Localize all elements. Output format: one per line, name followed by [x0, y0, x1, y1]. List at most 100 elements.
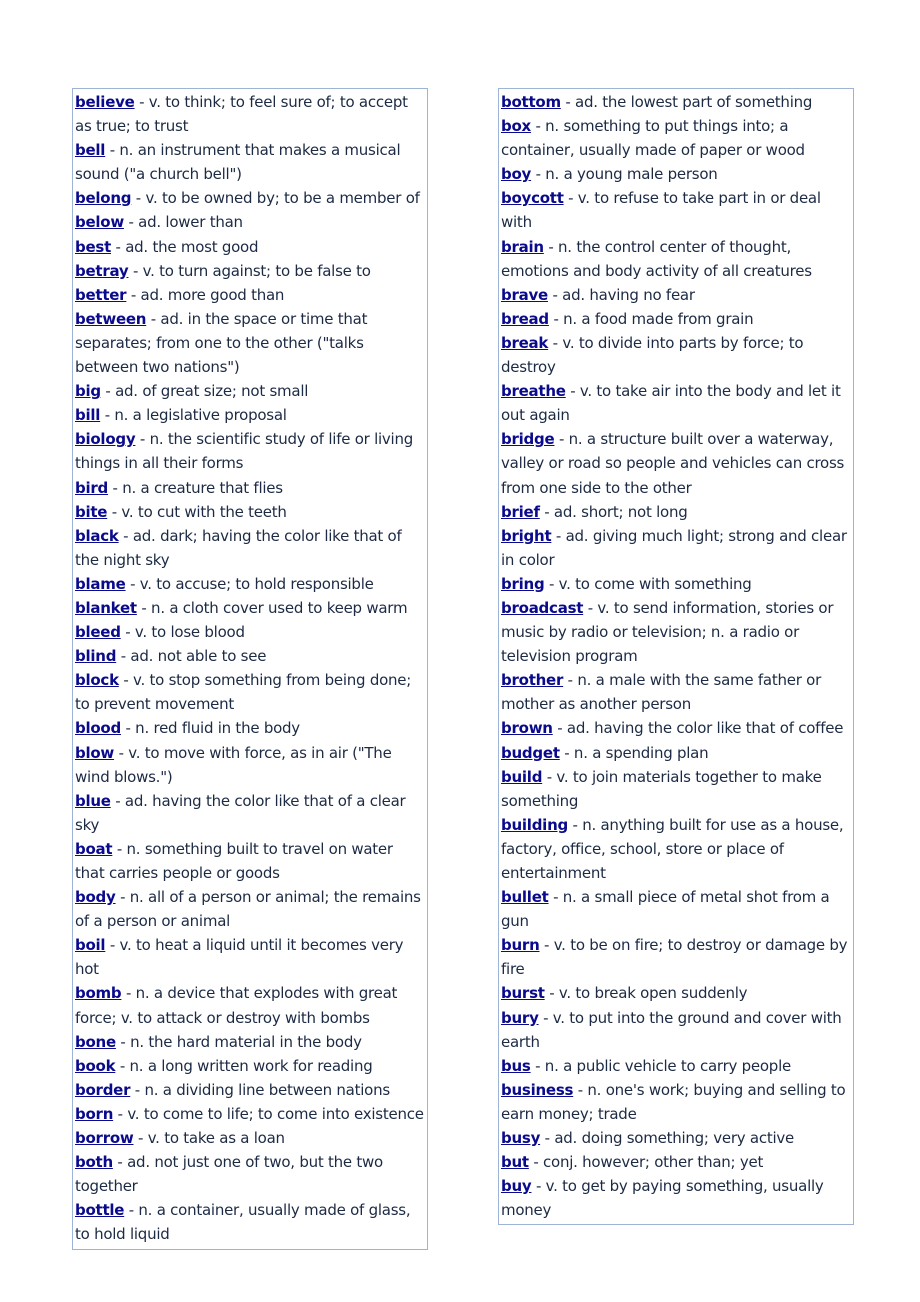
glossary-word-link[interactable]: borrow	[75, 1129, 134, 1147]
glossary-entry: blow - v. to move with force, as in air …	[75, 741, 425, 789]
glossary-entry: boil - v. to heat a liquid until it beco…	[75, 933, 425, 981]
glossary-definition: - v. to break open suddenly	[544, 984, 748, 1003]
glossary-word-link[interactable]: burn	[501, 936, 540, 954]
glossary-word-link[interactable]: brain	[501, 238, 544, 256]
glossary-word-link[interactable]: business	[501, 1081, 573, 1099]
glossary-word-link[interactable]: bite	[75, 503, 107, 521]
glossary-word-link[interactable]: broadcast	[501, 599, 583, 617]
glossary-entry: bus - n. a public vehicle to carry peopl…	[501, 1054, 851, 1078]
glossary-definition: - v. to accuse; to hold responsible	[125, 574, 374, 593]
glossary-word-link[interactable]: born	[75, 1105, 113, 1123]
glossary-definition: - n. a public vehicle to carry people	[530, 1056, 791, 1075]
glossary-word-link[interactable]: black	[75, 527, 119, 545]
glossary-word-link[interactable]: bring	[501, 575, 545, 593]
glossary-word-link[interactable]: brief	[501, 503, 540, 521]
glossary-definition: - n. the control center of thought, emot…	[501, 237, 812, 280]
glossary-word-link[interactable]: building	[501, 816, 568, 834]
glossary-entry: border - n. a dividing line between nati…	[75, 1078, 425, 1102]
glossary-word-link[interactable]: bury	[501, 1009, 539, 1027]
glossary-definition: - n. a spending plan	[559, 743, 709, 762]
glossary-word-link[interactable]: bottom	[501, 93, 561, 111]
glossary-word-link[interactable]: bleed	[75, 623, 121, 641]
glossary-definition: - v. to put into the ground and cover wi…	[501, 1008, 842, 1051]
glossary-word-link[interactable]: bill	[75, 406, 100, 424]
glossary-word-link[interactable]: blue	[75, 792, 111, 810]
glossary-definition: - n. a cloth cover used to keep warm	[136, 598, 408, 617]
glossary-word-link[interactable]: block	[75, 671, 119, 689]
glossary-word-link[interactable]: boy	[501, 165, 531, 183]
glossary-word-link[interactable]: belong	[75, 189, 132, 207]
glossary-word-link[interactable]: bird	[75, 479, 108, 497]
glossary-entry: bill - n. a legislative proposal	[75, 403, 425, 427]
glossary-entry: below - ad. lower than	[75, 210, 425, 234]
glossary-word-link[interactable]: brave	[501, 286, 548, 304]
glossary-column-right: bottom - ad. the lowest part of somethin…	[498, 88, 854, 1226]
glossary-word-link[interactable]: border	[75, 1081, 131, 1099]
glossary-word-link[interactable]: believe	[75, 93, 135, 111]
glossary-entry: born - v. to come to life; to come into …	[75, 1102, 425, 1126]
glossary-entry: but - conj. however; other than; yet	[501, 1150, 851, 1174]
glossary-word-link[interactable]: busy	[501, 1129, 540, 1147]
glossary-entry: bone - n. the hard material in the body	[75, 1030, 425, 1054]
glossary-entry: burst - v. to break open suddenly	[501, 981, 851, 1005]
glossary-definition: - ad. the lowest part of something	[560, 93, 813, 111]
glossary-definition: - v. to stop something from being done; …	[75, 671, 412, 714]
glossary-entry: bright - ad. giving much light; strong a…	[501, 524, 851, 572]
glossary-word-link[interactable]: better	[75, 286, 127, 304]
glossary-word-link[interactable]: bullet	[501, 888, 549, 906]
glossary-word-link[interactable]: blind	[75, 647, 116, 665]
glossary-word-link[interactable]: buy	[501, 1177, 532, 1195]
glossary-word-link[interactable]: box	[501, 117, 531, 135]
glossary-word-link[interactable]: between	[75, 310, 146, 328]
glossary-entry: body - n. all of a person or animal; the…	[75, 885, 425, 933]
glossary-word-link[interactable]: below	[75, 213, 124, 231]
glossary-word-link[interactable]: big	[75, 382, 101, 400]
glossary-word-link[interactable]: bomb	[75, 984, 122, 1002]
glossary-word-link[interactable]: bell	[75, 141, 105, 159]
glossary-entry: blood - n. red fluid in the body	[75, 716, 425, 740]
glossary-word-link[interactable]: bottle	[75, 1201, 124, 1219]
glossary-word-link[interactable]: body	[75, 888, 116, 906]
glossary-word-link[interactable]: brown	[501, 719, 553, 737]
glossary-word-link[interactable]: bridge	[501, 430, 555, 448]
glossary-definition: - ad. the most good	[111, 237, 259, 256]
glossary-word-link[interactable]: boat	[75, 840, 113, 858]
glossary-word-link[interactable]: burst	[501, 984, 545, 1002]
glossary-entry: brother - n. a male with the same father…	[501, 668, 851, 716]
glossary-definition: - v. to come with something	[544, 574, 752, 593]
glossary-word-link[interactable]: blow	[75, 744, 114, 762]
glossary-entry: brave - ad. having no fear	[501, 283, 851, 307]
glossary-word-link[interactable]: bread	[501, 310, 549, 328]
glossary-entry: bring - v. to come with something	[501, 572, 851, 596]
glossary-definition: - v. to be on fire; to destroy or damage…	[501, 936, 848, 979]
glossary-definition: - v. to heat a liquid until it becomes v…	[75, 936, 404, 979]
glossary-definition: - ad. short; not long	[539, 502, 688, 521]
glossary-word-link[interactable]: bright	[501, 527, 552, 545]
glossary-word-link[interactable]: bone	[75, 1033, 116, 1051]
glossary-word-link[interactable]: bus	[501, 1057, 531, 1075]
glossary-word-link[interactable]: boil	[75, 936, 106, 954]
glossary-word-link[interactable]: blanket	[75, 599, 137, 617]
glossary-word-link[interactable]: but	[501, 1153, 529, 1171]
glossary-entry: blind - ad. not able to see	[75, 644, 425, 668]
glossary-definition: - v. to turn against; to be false to	[128, 261, 371, 280]
glossary-entry: budget - n. a spending plan	[501, 741, 851, 765]
glossary-word-link[interactable]: biology	[75, 430, 136, 448]
glossary-word-link[interactable]: build	[501, 768, 542, 786]
glossary-definition: - n. something to put things into; a con…	[501, 117, 805, 160]
glossary-word-link[interactable]: both	[75, 1153, 113, 1171]
glossary-word-link[interactable]: break	[501, 334, 548, 352]
glossary-word-link[interactable]: breathe	[501, 382, 566, 400]
glossary-word-link[interactable]: best	[75, 238, 111, 256]
glossary-definition: - ad. having the color like that of coff…	[552, 719, 844, 738]
glossary-word-link[interactable]: budget	[501, 744, 560, 762]
glossary-word-link[interactable]: betray	[75, 262, 129, 280]
glossary-entry: blue - ad. having the color like that of…	[75, 789, 425, 837]
glossary-entry: biology - n. the scientific study of lif…	[75, 427, 425, 475]
glossary-word-link[interactable]: blame	[75, 575, 126, 593]
glossary-word-link[interactable]: boycott	[501, 189, 564, 207]
glossary-word-link[interactable]: blood	[75, 719, 121, 737]
glossary-word-link[interactable]: book	[75, 1057, 116, 1075]
glossary-definition: - v. to cut with the teeth	[107, 502, 287, 521]
glossary-word-link[interactable]: brother	[501, 671, 563, 689]
